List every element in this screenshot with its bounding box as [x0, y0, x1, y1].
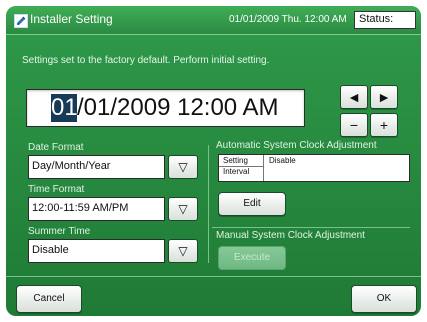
summer-time-label: Summer Time: [28, 226, 91, 237]
edit-button-label: Edit: [243, 198, 261, 209]
minus-icon: −: [349, 117, 359, 133]
execute-button[interactable]: Execute: [218, 246, 286, 270]
auto-adjust-label: Automatic System Clock Adjustment: [216, 140, 377, 151]
date-format-value: Day/Month/Year: [32, 160, 111, 172]
summer-time-value: Disable: [32, 244, 69, 256]
time-format-field[interactable]: 12:00-11:59 AM/PM: [28, 197, 165, 221]
app-frame: Installer Setting 01/01/2009 Thu. 12:00 …: [0, 0, 427, 322]
ok-button-label: OK: [376, 293, 392, 304]
info-message: Settings set to the factory default. Per…: [22, 55, 270, 66]
chevron-down-icon: ▽: [178, 160, 188, 174]
minus-button[interactable]: −: [340, 113, 368, 137]
installer-setting-panel: Installer Setting 01/01/2009 Thu. 12:00 …: [6, 6, 421, 316]
summer-time-field[interactable]: Disable: [28, 239, 165, 263]
time-format-label: Time Format: [28, 184, 85, 195]
time-format-value: 12:00-11:59 AM/PM: [32, 202, 129, 214]
vertical-divider: [208, 145, 209, 263]
date-format-label: Date Format: [28, 142, 84, 153]
status-label: Status:: [359, 13, 394, 25]
right-arrow-icon: ►: [377, 89, 391, 105]
ok-button[interactable]: OK: [351, 285, 417, 313]
clock-input[interactable]: 01 /01/2009 12:00 AM: [26, 89, 305, 127]
time-format-dropdown-button[interactable]: ▽: [168, 197, 198, 221]
setting-label: Setting: [223, 156, 248, 165]
left-arrow-button[interactable]: ◄: [340, 85, 368, 109]
plus-icon: +: [379, 117, 389, 133]
interval-label: Interval: [223, 167, 250, 176]
selected-segment-text: 01: [51, 94, 78, 121]
clock-text: /01/2009 12:00 AM: [77, 94, 279, 121]
edit-button[interactable]: Edit: [218, 192, 286, 216]
left-arrow-icon: ◄: [347, 89, 361, 105]
title-bar: Installer Setting 01/01/2009 Thu. 12:00 …: [6, 6, 421, 35]
pencil-icon: [14, 14, 28, 28]
manual-adjust-label: Manual System Clock Adjustment: [216, 230, 365, 241]
cancel-button[interactable]: Cancel: [16, 285, 82, 313]
auto-adjust-table-keys: Setting Interval: [219, 155, 264, 181]
datetime: 01/01/2009 Thu. 12:00 AM: [229, 14, 347, 25]
chevron-down-icon: ▽: [178, 202, 188, 216]
window-title: Installer Setting: [30, 12, 113, 26]
date-format-field[interactable]: Day/Month/Year: [28, 155, 165, 179]
footer-divider: [6, 276, 421, 277]
execute-button-label: Execute: [233, 252, 271, 263]
auto-adjust-table: Setting Interval Disable: [218, 154, 410, 182]
chevron-down-icon: ▽: [178, 244, 188, 258]
cancel-button-label: Cancel: [33, 293, 65, 304]
right-arrow-button[interactable]: ►: [370, 85, 398, 109]
status-box: Status:: [354, 11, 416, 29]
section-divider: [212, 227, 410, 228]
plus-button[interactable]: +: [370, 113, 398, 137]
setting-value: Disable: [269, 156, 296, 165]
date-format-dropdown-button[interactable]: ▽: [168, 155, 198, 179]
summer-time-dropdown-button[interactable]: ▽: [168, 239, 198, 263]
